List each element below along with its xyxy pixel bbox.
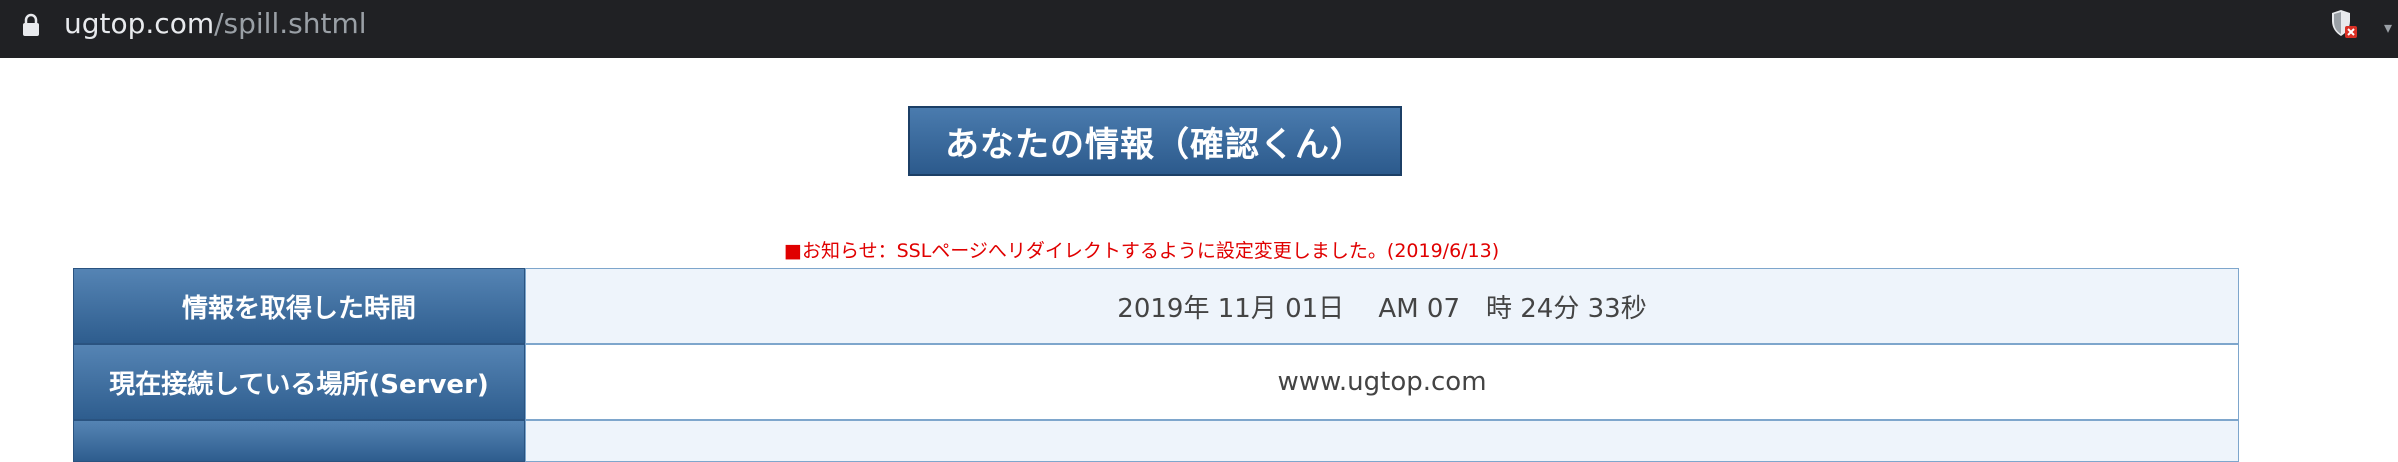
row-label-server: 現在接続している場所(Server)	[73, 344, 525, 420]
table-row: 現在接続している場所(Server) www.ugtop.com	[73, 344, 2239, 420]
table-row	[73, 420, 2239, 462]
browser-address-bar: ugtop.com/spill.shtml ▾	[0, 0, 2398, 58]
row-value-time: 2019年 11月 01日 AM 07 時 24分 33秒	[525, 268, 2239, 344]
notice-text: ■お知らせ：SSLページへリダイレクトするように設定変更しました。(2019/6…	[784, 240, 1500, 262]
chevron-down-icon[interactable]: ▾	[2384, 18, 2392, 37]
info-table: 情報を取得した時間 2019年 11月 01日 AM 07 時 24分 33秒 …	[73, 268, 2239, 462]
page-title: あなたの情報（確認くん）	[908, 106, 1402, 176]
row-label-time: 情報を取得した時間	[73, 268, 525, 344]
row-label-empty	[73, 420, 525, 462]
row-value-empty	[525, 420, 2239, 462]
url-host: ugtop.com	[64, 7, 215, 40]
url-path: /spill.shtml	[214, 7, 367, 40]
row-value-server: www.ugtop.com	[525, 344, 2239, 420]
url-field[interactable]: ugtop.com/spill.shtml	[64, 6, 367, 42]
lock-icon[interactable]	[22, 13, 40, 37]
shield-blocked-icon[interactable]	[2330, 8, 2358, 40]
table-row: 情報を取得した時間 2019年 11月 01日 AM 07 時 24分 33秒	[73, 268, 2239, 344]
